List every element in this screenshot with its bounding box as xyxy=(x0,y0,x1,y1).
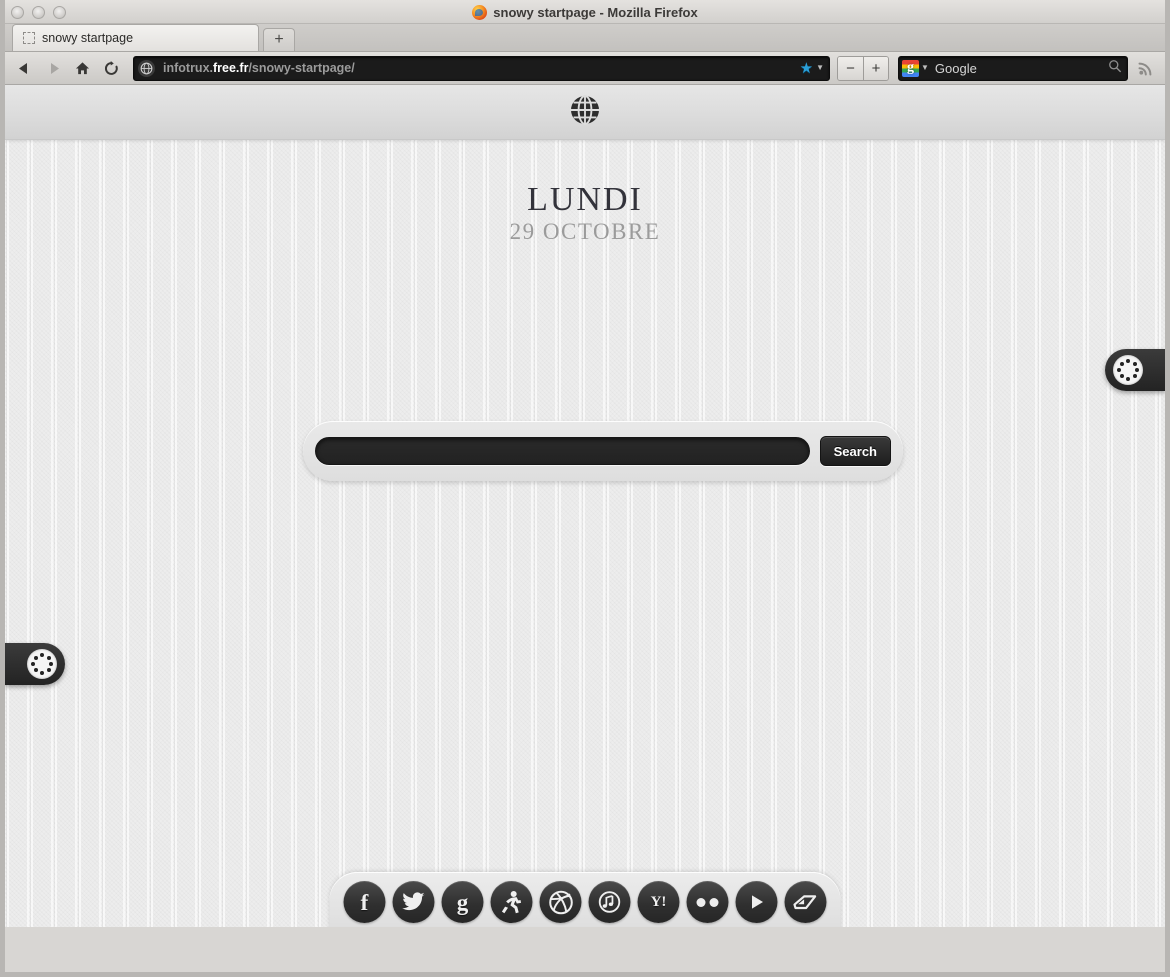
rss-feed-icon[interactable] xyxy=(1133,55,1159,81)
dock-item-yahoo[interactable]: Y! xyxy=(637,881,680,923)
facebook-icon: f xyxy=(360,889,369,915)
runner-icon xyxy=(501,890,523,914)
url-host: free.fr xyxy=(213,61,249,75)
side-panel-tab-right[interactable] xyxy=(1105,349,1165,391)
date-display: LUNDI 29 OCTOBRE xyxy=(5,182,1165,245)
dock-item-flickr[interactable] xyxy=(686,881,729,923)
url-path: /snowy-startpage/ xyxy=(248,61,355,75)
google-logo-icon: g xyxy=(902,59,919,77)
dock-item-music[interactable] xyxy=(588,881,631,923)
dock-item-dribbble[interactable] xyxy=(539,881,582,923)
dock-item-twitter[interactable] xyxy=(392,881,435,923)
zoom-out-button[interactable]: − xyxy=(838,56,863,80)
side-panel-tab-left[interactable] xyxy=(5,643,65,685)
yahoo-icon: Y! xyxy=(650,893,667,910)
bookmark-dropdown-icon[interactable]: ▼ xyxy=(816,64,824,72)
google-logo-glyph: g xyxy=(907,60,914,75)
tab-strip: snowy startpage + xyxy=(5,24,1165,52)
search-engine-dropdown-icon[interactable]: ▼ xyxy=(921,64,929,72)
day-name: LUNDI xyxy=(527,181,643,218)
social-dock: f g Y! xyxy=(329,872,841,927)
search-panel: Search xyxy=(303,421,903,481)
search-magnifier-icon[interactable] xyxy=(1108,59,1122,78)
navigation-toolbar: infotrux.free.fr/snowy-startpage/ ★ ▼ − … xyxy=(5,52,1165,85)
music-note-icon xyxy=(598,890,622,914)
title-bar: snowy startpage - Mozilla Firefox xyxy=(5,0,1165,24)
bookmark-star-icon[interactable]: ★ xyxy=(800,61,813,76)
globe-icon[interactable] xyxy=(568,93,602,132)
dock-item-facebook[interactable]: f xyxy=(343,881,386,923)
dribbble-icon xyxy=(548,890,573,915)
zoom-controls: − + xyxy=(837,55,889,81)
app-grid-icon xyxy=(1113,355,1143,385)
new-tab-button[interactable]: + xyxy=(263,28,295,51)
day-date: 29 OCTOBRE xyxy=(509,218,661,244)
tab-snowy-startpage[interactable]: snowy startpage xyxy=(12,24,259,51)
play-icon xyxy=(747,892,767,912)
back-button[interactable] xyxy=(11,55,37,81)
deviantart-icon xyxy=(793,892,819,912)
page-header-bar xyxy=(5,85,1165,140)
home-button[interactable] xyxy=(69,55,95,81)
reload-button[interactable] xyxy=(98,55,124,81)
window-title: snowy startpage - Mozilla Firefox xyxy=(493,4,698,20)
dock-item-aim[interactable] xyxy=(490,881,533,923)
browser-search-box[interactable]: g ▼ Google xyxy=(898,55,1128,81)
search-button[interactable]: Search xyxy=(819,436,891,466)
window-title-group: snowy startpage - Mozilla Firefox xyxy=(5,0,1165,24)
search-engine-label: Google xyxy=(934,60,977,76)
browser-window: snowy startpage - Mozilla Firefox snowy … xyxy=(0,0,1170,977)
search-input[interactable] xyxy=(315,437,810,465)
dock-item-deviantart[interactable] xyxy=(784,881,827,923)
flickr-icon xyxy=(696,897,719,907)
zoom-in-button[interactable]: + xyxy=(863,56,888,80)
site-favicon-globe-icon xyxy=(138,59,155,77)
dock-item-google-plus[interactable]: g xyxy=(441,881,484,923)
app-grid-icon xyxy=(27,649,57,679)
page-content: LUNDI 29 OCTOBRE Search f g Y! xyxy=(5,85,1165,927)
tab-label: snowy startpage xyxy=(42,31,134,45)
google-icon: g xyxy=(456,889,469,915)
tab-favicon-placeholder-icon xyxy=(23,32,35,44)
forward-button[interactable] xyxy=(40,55,66,81)
dock-item-youtube[interactable] xyxy=(735,881,778,923)
address-bar[interactable]: infotrux.free.fr/snowy-startpage/ ★ ▼ xyxy=(133,55,830,81)
address-bar-actions: ★ ▼ xyxy=(800,61,824,76)
firefox-logo-icon xyxy=(472,4,488,20)
address-bar-text: infotrux.free.fr/snowy-startpage/ xyxy=(163,61,800,75)
twitter-icon xyxy=(402,892,426,912)
url-prefix: infotrux. xyxy=(163,61,213,75)
